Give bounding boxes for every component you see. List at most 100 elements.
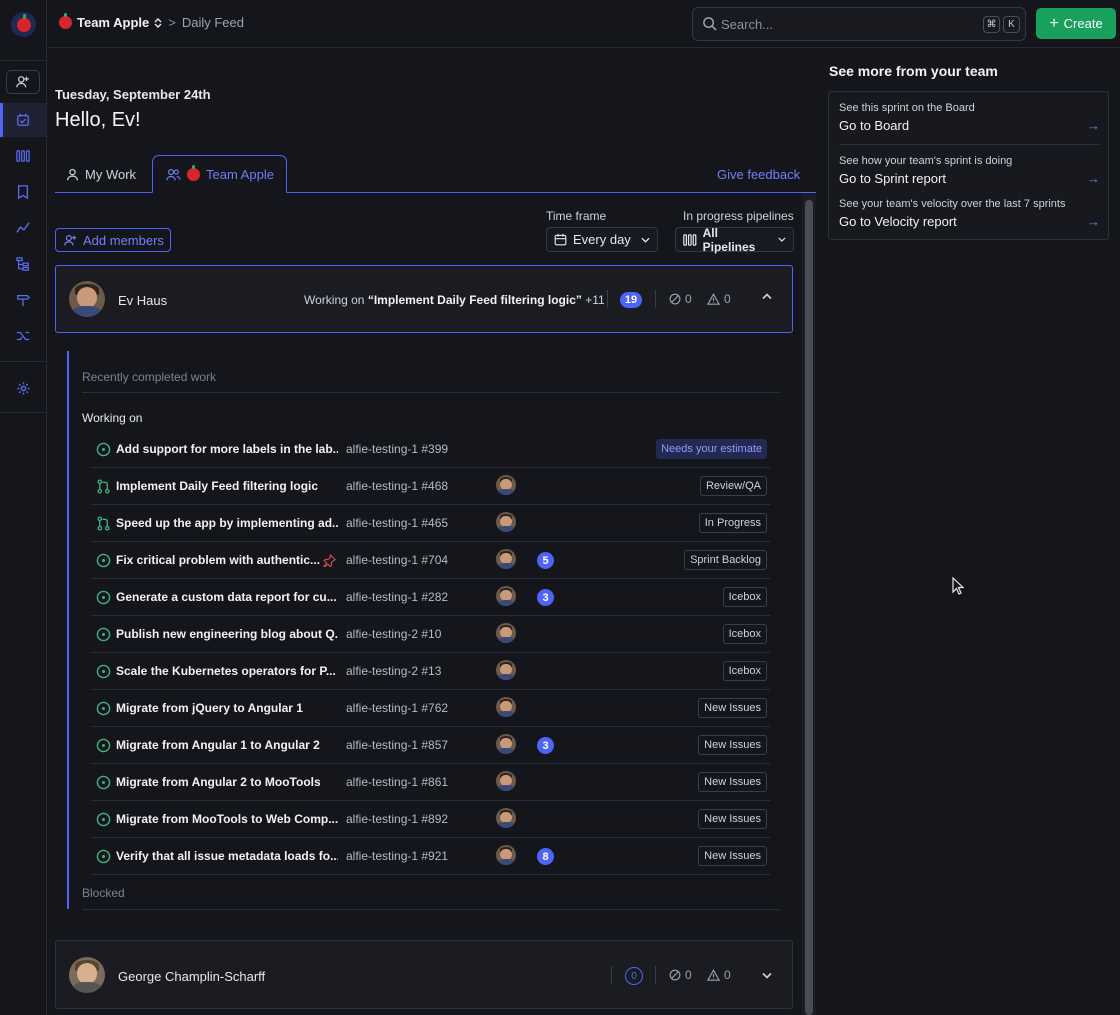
member-card-ev-haus[interactable]: Ev Haus Working on “Implement Daily Feed… <box>55 265 793 333</box>
issue-title[interactable]: Add support for more labels in the lab..… <box>116 442 338 456</box>
settings-icon[interactable] <box>13 378 33 398</box>
issue-repo[interactable]: alfie-testing-1 #921 <box>346 849 448 863</box>
issue-title[interactable]: Migrate from MooTools to Web Comp... <box>116 812 338 826</box>
section-divider <box>82 909 780 910</box>
sprint-report-link-item[interactable]: See how your team's sprint is doing Go t… <box>839 155 1100 186</box>
pin-icon[interactable] <box>323 554 336 567</box>
issue-repo[interactable]: alfie-testing-1 #282 <box>346 590 448 604</box>
estimate-badge: 3 <box>537 589 554 606</box>
team-switcher[interactable]: Team Apple <box>59 13 162 30</box>
issue-repo[interactable]: alfie-testing-2 #13 <box>346 664 441 678</box>
pipeline-status-badge[interactable]: New Issues <box>698 698 767 718</box>
issue-repo[interactable]: alfie-testing-2 #10 <box>346 627 441 641</box>
issue-row[interactable]: Migrate from MooTools to Web Comp... alfi… <box>91 801 770 838</box>
issue-title[interactable]: Fix critical problem with authentic... <box>116 553 338 567</box>
pipeline-status-badge[interactable]: Sprint Backlog <box>684 550 767 570</box>
open-issue-icon <box>96 775 111 790</box>
search-input[interactable] <box>721 15 921 33</box>
issue-row[interactable]: Migrate from Angular 1 to Angular 2 alfie… <box>91 727 770 764</box>
issue-repo[interactable]: alfie-testing-1 #465 <box>346 516 448 530</box>
open-issue-icon <box>96 738 111 753</box>
pipeline-status-badge[interactable]: New Issues <box>698 735 767 755</box>
issue-row[interactable]: Migrate from jQuery to Angular 1 alfie-te… <box>91 690 770 727</box>
open-issue-icon <box>96 442 111 457</box>
member-card-george[interactable]: George Champlin-Scharff 0 0 0 <box>55 940 793 1009</box>
issue-title[interactable]: Migrate from Angular 2 to MooTools <box>116 775 338 789</box>
tab-my-work[interactable]: My Work <box>66 155 136 193</box>
recent-work-label[interactable]: Recently completed work <box>82 370 216 384</box>
pipeline-status-badge[interactable]: New Issues <box>698 772 767 792</box>
give-feedback-link[interactable]: Give feedback <box>717 167 800 182</box>
add-members-button[interactable]: Add members <box>55 228 171 252</box>
assignee-avatar <box>496 586 516 606</box>
blocked-count-value: 0 <box>685 968 692 982</box>
issue-title[interactable]: Verify that all issue metadata loads fo.… <box>116 849 338 863</box>
shortcut-cmd-key: ⌘ <box>983 16 1000 33</box>
velocity-report-link-item[interactable]: See your team's velocity over the last 7… <box>839 198 1100 229</box>
tab-team[interactable]: Team Apple <box>152 155 287 193</box>
issue-title[interactable]: Migrate from Angular 1 to Angular 2 <box>116 738 338 752</box>
issue-repo[interactable]: alfie-testing-1 #468 <box>346 479 448 493</box>
chevron-down-icon[interactable] <box>762 972 772 979</box>
pipeline-status-badge[interactable]: Icebox <box>722 587 767 607</box>
pipeline-status-badge[interactable]: New Issues <box>698 846 767 866</box>
pipeline-status-badge[interactable]: In Progress <box>698 513 767 533</box>
invite-user-button[interactable] <box>6 70 40 94</box>
pipelines-select[interactable]: All Pipelines <box>675 226 794 254</box>
issue-title[interactable]: Implement Daily Feed filtering logic <box>116 479 338 493</box>
issue-row[interactable]: Verify that all issue metadata loads fo.… <box>91 838 770 875</box>
board-icon[interactable] <box>13 146 33 166</box>
issue-title[interactable]: Migrate from jQuery to Angular 1 <box>116 701 338 715</box>
scrollbar-thumb[interactable] <box>805 200 813 1015</box>
issue-row[interactable]: Migrate from Angular 2 to MooTools alfie-… <box>91 764 770 801</box>
pipeline-status-badge[interactable]: Needs your estimate <box>656 439 767 459</box>
issue-row[interactable]: Speed up the app by implementing ad... al… <box>91 505 770 542</box>
go-to-velocity-report-link[interactable]: Go to Velocity report → <box>839 214 1100 229</box>
pipeline-status-badge[interactable]: New Issues <box>698 809 767 829</box>
breadcrumb-page[interactable]: Daily Feed <box>182 15 244 30</box>
arrow-right-icon: → <box>1087 171 1100 186</box>
pipeline-status-badge[interactable]: Icebox <box>722 661 767 681</box>
issue-repo[interactable]: alfie-testing-1 #399 <box>346 442 448 456</box>
issue-title[interactable]: Publish new engineering blog about Q... <box>116 627 338 641</box>
issue-row[interactable]: Generate a custom data report for cu... a… <box>91 579 770 616</box>
issue-repo[interactable]: alfie-testing-1 #857 <box>346 738 448 752</box>
add-members-label: Add members <box>83 232 164 248</box>
issue-title[interactable]: Generate a custom data report for cu... <box>116 590 338 604</box>
issue-row[interactable]: Scale the Kubernetes operators for P... a… <box>91 653 770 690</box>
pipelines-icon[interactable] <box>13 326 33 346</box>
pipeline-status-badge[interactable]: Icebox <box>722 624 767 644</box>
app-logo[interactable] <box>11 12 36 37</box>
go-to-sprint-report-link[interactable]: Go to Sprint report → <box>839 171 1100 186</box>
working-on-item: “Implement Daily Feed filtering logic” <box>367 293 582 307</box>
issue-repo[interactable]: alfie-testing-1 #762 <box>346 701 448 715</box>
issue-row[interactable]: Publish new engineering blog about Q... a… <box>91 616 770 653</box>
issue-repo[interactable]: alfie-testing-1 #861 <box>346 775 448 789</box>
timeframe-select[interactable]: Every day <box>546 227 658 252</box>
warning-count-value: 0 <box>724 292 731 306</box>
divider <box>611 966 612 984</box>
open-issue-icon <box>96 701 111 716</box>
issue-row[interactable]: Implement Daily Feed filtering logic alfi… <box>91 468 770 505</box>
create-button[interactable]: + Create <box>1036 8 1116 39</box>
roadmap-icon[interactable] <box>13 182 33 202</box>
search-box[interactable]: ⌘ K <box>692 7 1026 41</box>
issue-repo[interactable]: alfie-testing-1 #704 <box>346 553 448 567</box>
pipeline-status-badge[interactable]: Review/QA <box>699 476 767 496</box>
board-link-item[interactable]: See this sprint on the Board Go to Board… <box>839 102 1100 133</box>
blocked-count: 0 <box>669 968 692 982</box>
workspace-tree-icon[interactable] <box>13 254 33 274</box>
blocked-label[interactable]: Blocked <box>82 886 125 900</box>
daily-feed-icon[interactable] <box>13 110 33 130</box>
chevron-up-icon[interactable] <box>762 293 772 300</box>
issue-row[interactable]: Fix critical problem with authentic... al… <box>91 542 770 579</box>
assignee-avatar <box>496 512 516 532</box>
issue-title[interactable]: Speed up the app by implementing ad... <box>116 516 338 530</box>
reports-icon[interactable] <box>13 218 33 238</box>
link-label: Go to Sprint report <box>839 171 946 186</box>
signpost-icon[interactable] <box>13 290 33 310</box>
issue-repo[interactable]: alfie-testing-1 #892 <box>346 812 448 826</box>
issue-row[interactable]: Add support for more labels in the lab..… <box>91 431 770 468</box>
issue-title[interactable]: Scale the Kubernetes operators for P... <box>116 664 338 678</box>
go-to-board-link[interactable]: Go to Board → <box>839 118 1100 133</box>
